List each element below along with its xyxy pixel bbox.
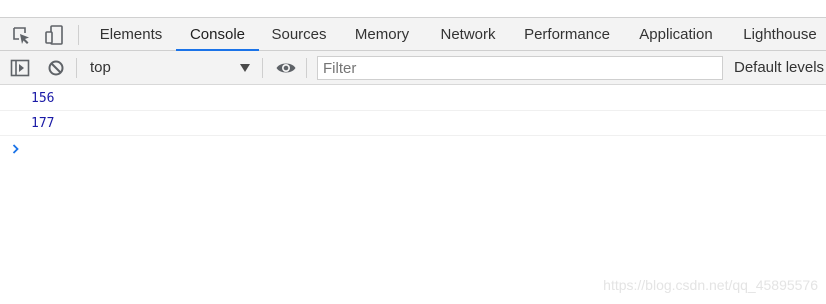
inspect-element-icon[interactable] bbox=[10, 18, 32, 51]
toolbar-divider bbox=[78, 25, 79, 45]
watermark: https://blog.csdn.net/qq_45895576 bbox=[603, 277, 818, 293]
console-filter-input[interactable] bbox=[317, 56, 723, 80]
tab-memory[interactable]: Memory bbox=[345, 18, 419, 51]
toolbar-divider bbox=[76, 58, 77, 78]
live-expression-icon[interactable] bbox=[274, 51, 298, 84]
tab-lighthouse[interactable]: Lighthouse bbox=[736, 18, 824, 51]
console-message: 156 bbox=[0, 86, 826, 111]
devtools-window: Elements Console Sources Memory Network … bbox=[0, 0, 826, 304]
console-sidebar-icon[interactable] bbox=[9, 51, 31, 84]
dropdown-arrow-icon bbox=[240, 64, 250, 72]
tab-application[interactable]: Application bbox=[628, 18, 724, 51]
log-levels-dropdown[interactable]: Default levels bbox=[734, 51, 824, 84]
javascript-context-select[interactable]: top bbox=[83, 57, 256, 79]
prompt-chevron-icon[interactable] bbox=[10, 141, 24, 157]
tab-performance[interactable]: Performance bbox=[517, 18, 617, 51]
console-message-value: 177 bbox=[31, 116, 55, 131]
toolbar-divider bbox=[306, 58, 307, 78]
toolbar-divider bbox=[262, 58, 263, 78]
console-message: 177 bbox=[0, 111, 826, 136]
devtools-tabbar: Elements Console Sources Memory Network … bbox=[0, 17, 826, 51]
console-toolbar: top Default levels bbox=[0, 51, 826, 85]
tab-elements[interactable]: Elements bbox=[92, 18, 170, 51]
device-toolbar-icon[interactable] bbox=[42, 18, 66, 51]
context-label: top bbox=[90, 59, 111, 76]
tab-sources[interactable]: Sources bbox=[263, 18, 335, 51]
clear-console-icon[interactable] bbox=[45, 51, 67, 84]
tab-console[interactable]: Console bbox=[176, 18, 259, 51]
console-message-value: 156 bbox=[31, 91, 55, 106]
tab-network[interactable]: Network bbox=[430, 18, 506, 51]
